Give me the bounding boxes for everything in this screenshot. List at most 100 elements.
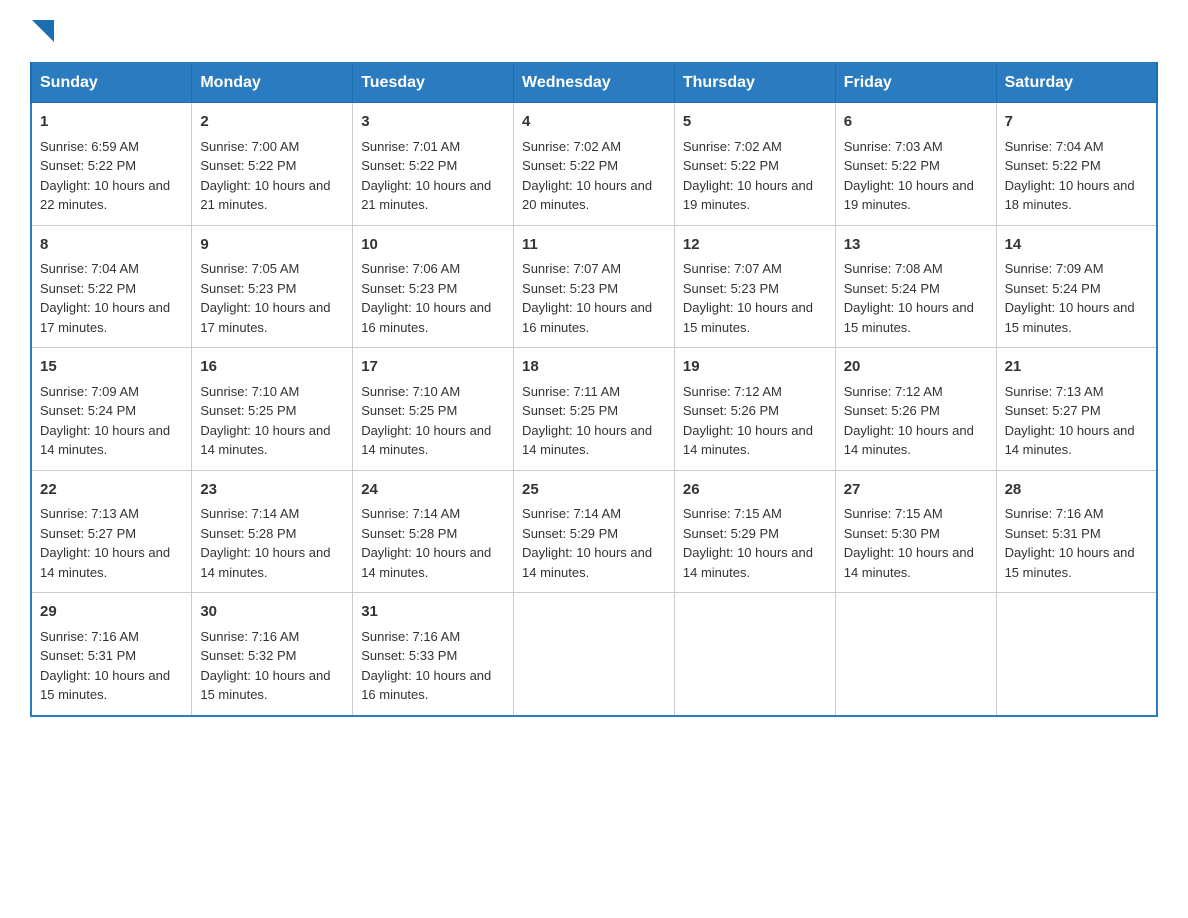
day-number: 20 bbox=[844, 356, 988, 379]
calendar-day-cell: 26Sunrise: 7:15 AMSunset: 5:29 PMDayligh… bbox=[674, 470, 835, 593]
day-number: 7 bbox=[1005, 111, 1148, 134]
day-daylight: Daylight: 10 hours and 16 minutes. bbox=[361, 668, 491, 703]
day-number: 26 bbox=[683, 479, 827, 502]
calendar-week-row: 22Sunrise: 7:13 AMSunset: 5:27 PMDayligh… bbox=[31, 470, 1157, 593]
day-sunset: Sunset: 5:22 PM bbox=[844, 158, 940, 173]
day-sunset: Sunset: 5:25 PM bbox=[522, 403, 618, 418]
calendar-day-cell: 7Sunrise: 7:04 AMSunset: 5:22 PMDaylight… bbox=[996, 103, 1157, 226]
day-number: 11 bbox=[522, 234, 666, 257]
day-daylight: Daylight: 10 hours and 14 minutes. bbox=[683, 423, 813, 458]
day-sunrise: Sunrise: 7:10 AM bbox=[200, 384, 299, 399]
calendar-week-row: 8Sunrise: 7:04 AMSunset: 5:22 PMDaylight… bbox=[31, 225, 1157, 348]
day-sunrise: Sunrise: 7:00 AM bbox=[200, 139, 299, 154]
calendar-week-row: 15Sunrise: 7:09 AMSunset: 5:24 PMDayligh… bbox=[31, 348, 1157, 471]
day-sunrise: Sunrise: 7:09 AM bbox=[1005, 261, 1104, 276]
calendar-day-cell: 4Sunrise: 7:02 AMSunset: 5:22 PMDaylight… bbox=[514, 103, 675, 226]
day-daylight: Daylight: 10 hours and 14 minutes. bbox=[844, 545, 974, 580]
day-number: 3 bbox=[361, 111, 505, 134]
day-number: 24 bbox=[361, 479, 505, 502]
day-sunrise: Sunrise: 6:59 AM bbox=[40, 139, 139, 154]
day-sunset: Sunset: 5:22 PM bbox=[200, 158, 296, 173]
day-sunset: Sunset: 5:31 PM bbox=[40, 648, 136, 663]
calendar-week-row: 1Sunrise: 6:59 AMSunset: 5:22 PMDaylight… bbox=[31, 103, 1157, 226]
day-sunset: Sunset: 5:25 PM bbox=[200, 403, 296, 418]
day-sunrise: Sunrise: 7:08 AM bbox=[844, 261, 943, 276]
day-sunset: Sunset: 5:23 PM bbox=[200, 281, 296, 296]
logo-triangle-icon bbox=[32, 20, 54, 42]
day-number: 23 bbox=[200, 479, 344, 502]
calendar-day-cell: 12Sunrise: 7:07 AMSunset: 5:23 PMDayligh… bbox=[674, 225, 835, 348]
day-daylight: Daylight: 10 hours and 15 minutes. bbox=[1005, 300, 1135, 335]
calendar-day-cell: 31Sunrise: 7:16 AMSunset: 5:33 PMDayligh… bbox=[353, 593, 514, 716]
day-sunrise: Sunrise: 7:04 AM bbox=[1005, 139, 1104, 154]
day-sunrise: Sunrise: 7:12 AM bbox=[683, 384, 782, 399]
calendar-day-cell: 23Sunrise: 7:14 AMSunset: 5:28 PMDayligh… bbox=[192, 470, 353, 593]
day-daylight: Daylight: 10 hours and 15 minutes. bbox=[844, 300, 974, 335]
day-daylight: Daylight: 10 hours and 15 minutes. bbox=[40, 668, 170, 703]
day-sunset: Sunset: 5:32 PM bbox=[200, 648, 296, 663]
day-sunrise: Sunrise: 7:15 AM bbox=[683, 506, 782, 521]
day-sunset: Sunset: 5:22 PM bbox=[40, 281, 136, 296]
day-daylight: Daylight: 10 hours and 14 minutes. bbox=[361, 423, 491, 458]
day-sunrise: Sunrise: 7:14 AM bbox=[361, 506, 460, 521]
day-daylight: Daylight: 10 hours and 14 minutes. bbox=[40, 545, 170, 580]
day-sunrise: Sunrise: 7:07 AM bbox=[522, 261, 621, 276]
column-header-wednesday: Wednesday bbox=[514, 63, 675, 103]
calendar-day-cell: 22Sunrise: 7:13 AMSunset: 5:27 PMDayligh… bbox=[31, 470, 192, 593]
day-daylight: Daylight: 10 hours and 14 minutes. bbox=[1005, 423, 1135, 458]
calendar-day-cell: 15Sunrise: 7:09 AMSunset: 5:24 PMDayligh… bbox=[31, 348, 192, 471]
calendar-day-cell: 1Sunrise: 6:59 AMSunset: 5:22 PMDaylight… bbox=[31, 103, 192, 226]
page-header bbox=[30, 20, 1158, 42]
day-daylight: Daylight: 10 hours and 22 minutes. bbox=[40, 178, 170, 213]
logo bbox=[30, 20, 54, 42]
calendar-day-cell: 20Sunrise: 7:12 AMSunset: 5:26 PMDayligh… bbox=[835, 348, 996, 471]
day-number: 4 bbox=[522, 111, 666, 134]
day-sunrise: Sunrise: 7:14 AM bbox=[522, 506, 621, 521]
day-daylight: Daylight: 10 hours and 17 minutes. bbox=[200, 300, 330, 335]
day-sunset: Sunset: 5:29 PM bbox=[522, 526, 618, 541]
day-sunrise: Sunrise: 7:16 AM bbox=[1005, 506, 1104, 521]
day-number: 18 bbox=[522, 356, 666, 379]
calendar-day-cell: 8Sunrise: 7:04 AMSunset: 5:22 PMDaylight… bbox=[31, 225, 192, 348]
day-daylight: Daylight: 10 hours and 17 minutes. bbox=[40, 300, 170, 335]
day-daylight: Daylight: 10 hours and 20 minutes. bbox=[522, 178, 652, 213]
calendar-day-cell: 14Sunrise: 7:09 AMSunset: 5:24 PMDayligh… bbox=[996, 225, 1157, 348]
column-header-monday: Monday bbox=[192, 63, 353, 103]
day-sunrise: Sunrise: 7:03 AM bbox=[844, 139, 943, 154]
day-sunrise: Sunrise: 7:06 AM bbox=[361, 261, 460, 276]
day-number: 9 bbox=[200, 234, 344, 257]
calendar-day-cell: 3Sunrise: 7:01 AMSunset: 5:22 PMDaylight… bbox=[353, 103, 514, 226]
day-number: 17 bbox=[361, 356, 505, 379]
calendar-day-cell: 18Sunrise: 7:11 AMSunset: 5:25 PMDayligh… bbox=[514, 348, 675, 471]
calendar-day-cell: 2Sunrise: 7:00 AMSunset: 5:22 PMDaylight… bbox=[192, 103, 353, 226]
calendar-day-cell: 10Sunrise: 7:06 AMSunset: 5:23 PMDayligh… bbox=[353, 225, 514, 348]
calendar-day-cell: 6Sunrise: 7:03 AMSunset: 5:22 PMDaylight… bbox=[835, 103, 996, 226]
calendar-header-row: SundayMondayTuesdayWednesdayThursdayFrid… bbox=[31, 63, 1157, 103]
day-sunset: Sunset: 5:23 PM bbox=[683, 281, 779, 296]
day-sunset: Sunset: 5:25 PM bbox=[361, 403, 457, 418]
calendar-day-cell: 27Sunrise: 7:15 AMSunset: 5:30 PMDayligh… bbox=[835, 470, 996, 593]
calendar-day-cell bbox=[996, 593, 1157, 716]
day-number: 30 bbox=[200, 601, 344, 624]
calendar-table: SundayMondayTuesdayWednesdayThursdayFrid… bbox=[30, 62, 1158, 717]
day-daylight: Daylight: 10 hours and 14 minutes. bbox=[361, 545, 491, 580]
day-sunset: Sunset: 5:22 PM bbox=[522, 158, 618, 173]
day-daylight: Daylight: 10 hours and 14 minutes. bbox=[40, 423, 170, 458]
calendar-day-cell: 5Sunrise: 7:02 AMSunset: 5:22 PMDaylight… bbox=[674, 103, 835, 226]
day-sunset: Sunset: 5:23 PM bbox=[361, 281, 457, 296]
day-sunrise: Sunrise: 7:01 AM bbox=[361, 139, 460, 154]
day-sunset: Sunset: 5:29 PM bbox=[683, 526, 779, 541]
day-sunset: Sunset: 5:26 PM bbox=[683, 403, 779, 418]
day-number: 22 bbox=[40, 479, 183, 502]
column-header-sunday: Sunday bbox=[31, 63, 192, 103]
day-sunset: Sunset: 5:26 PM bbox=[844, 403, 940, 418]
day-sunrise: Sunrise: 7:16 AM bbox=[40, 629, 139, 644]
day-daylight: Daylight: 10 hours and 16 minutes. bbox=[361, 300, 491, 335]
calendar-day-cell bbox=[835, 593, 996, 716]
day-sunset: Sunset: 5:27 PM bbox=[1005, 403, 1101, 418]
day-sunrise: Sunrise: 7:07 AM bbox=[683, 261, 782, 276]
day-number: 29 bbox=[40, 601, 183, 624]
day-sunset: Sunset: 5:28 PM bbox=[200, 526, 296, 541]
day-number: 12 bbox=[683, 234, 827, 257]
day-sunrise: Sunrise: 7:16 AM bbox=[200, 629, 299, 644]
